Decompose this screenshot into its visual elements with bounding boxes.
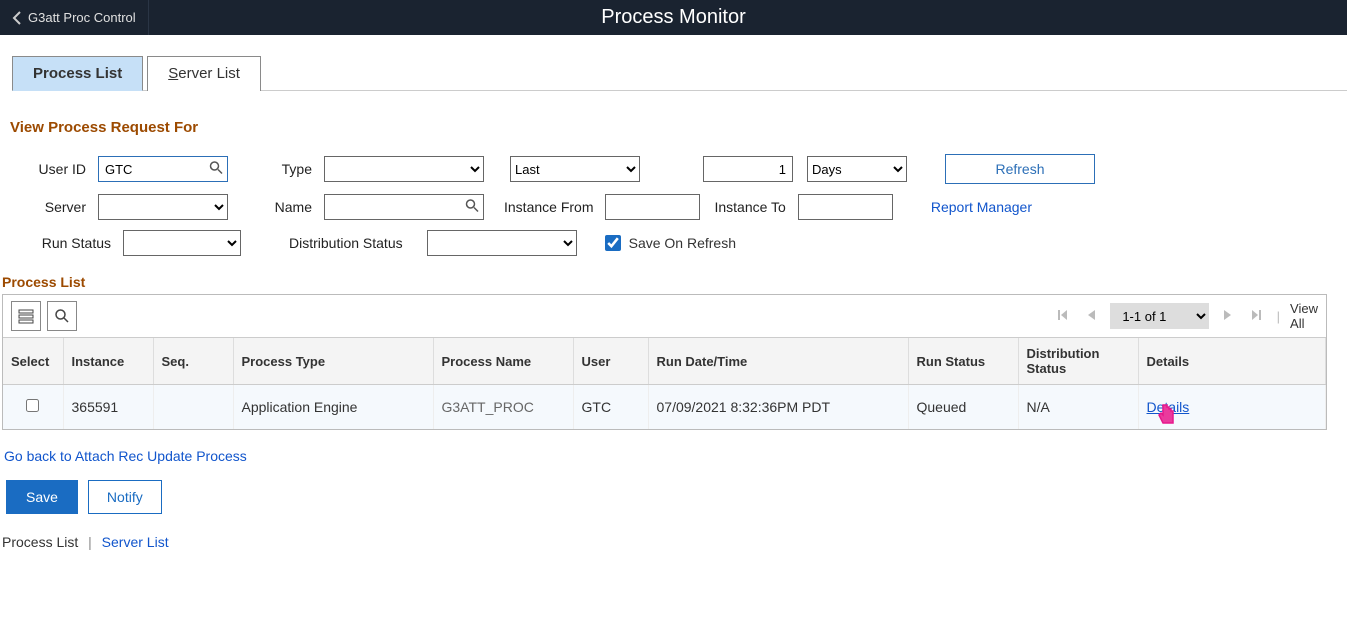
cell-process-type: Application Engine — [233, 385, 433, 430]
chevron-left-icon — [12, 11, 22, 25]
dist-status-label: Distribution Status — [289, 235, 407, 251]
last-unit-select[interactable]: Days — [807, 156, 907, 182]
grid-container: 1-1 of 1 | View All Select Instance Seq.… — [2, 294, 1327, 430]
details-link[interactable]: Details — [1147, 399, 1190, 415]
last-value-field[interactable] — [703, 156, 793, 182]
nav-last-icon[interactable] — [1247, 308, 1267, 324]
bottom-server-list-link[interactable]: Server List — [102, 534, 169, 550]
cell-process-name: G3ATT_PROC — [433, 385, 573, 430]
notify-button[interactable]: Notify — [88, 480, 162, 514]
app-header: G3att Proc Control Process Monitor — [0, 0, 1347, 35]
table-row: 365591 Application Engine G3ATT_PROC GTC… — [3, 385, 1326, 430]
back-button[interactable]: G3att Proc Control — [0, 0, 149, 35]
dist-status-select[interactable] — [427, 230, 577, 256]
row-select-checkbox[interactable] — [26, 399, 39, 412]
bottom-process-list: Process List — [2, 534, 78, 550]
save-on-refresh-checkbox[interactable] — [605, 235, 621, 251]
col-process-type[interactable]: Process Type — [233, 338, 433, 385]
col-instance[interactable]: Instance — [63, 338, 153, 385]
cell-instance: 365591 — [63, 385, 153, 430]
tab-process-list[interactable]: Process List — [12, 56, 143, 91]
table-header-row: Select Instance Seq. Process Type Proces… — [3, 338, 1326, 385]
name-label: Name — [266, 199, 316, 215]
name-lookup-icon[interactable] — [465, 199, 479, 216]
nav-first-icon[interactable] — [1052, 308, 1072, 324]
filter-section-title: View Process Request For — [10, 119, 1347, 136]
run-status-select[interactable] — [123, 230, 241, 256]
col-run-dt[interactable]: Run Date/Time — [648, 338, 908, 385]
filter-row-1: User ID Type Last Days Refresh — [10, 154, 1347, 184]
col-run-status[interactable]: Run Status — [908, 338, 1018, 385]
instance-from-field[interactable] — [605, 194, 700, 220]
grid-find-button[interactable] — [47, 301, 77, 331]
nav-next-icon[interactable] — [1219, 308, 1237, 324]
col-seq[interactable]: Seq. — [153, 338, 233, 385]
report-manager-link[interactable]: Report Manager — [931, 199, 1032, 215]
col-select[interactable]: Select — [3, 338, 63, 385]
main-tabs: Process List Server List — [12, 55, 1347, 91]
server-select[interactable] — [98, 194, 228, 220]
filter-row-2: Server Name Instance From Instance To Re… — [10, 194, 1347, 220]
type-label: Type — [266, 161, 316, 177]
cell-user: GTC — [573, 385, 648, 430]
grid-action-button[interactable] — [11, 301, 41, 331]
filter-row-3: Run Status Distribution Status Save On R… — [10, 230, 1347, 256]
tab-server-list[interactable]: Server List — [147, 56, 261, 91]
grid-toolbar: 1-1 of 1 | View All — [3, 295, 1326, 338]
cell-dist-status: N/A — [1018, 385, 1138, 430]
view-all-link[interactable]: View All — [1290, 301, 1318, 331]
name-field[interactable] — [324, 194, 484, 220]
grid-section-title: Process List — [2, 274, 1347, 290]
refresh-button[interactable]: Refresh — [945, 154, 1095, 184]
cell-run-dt: 07/09/2021 8:32:36PM PDT — [648, 385, 908, 430]
run-status-label: Run Status — [10, 235, 115, 251]
col-details[interactable]: Details — [1138, 338, 1326, 385]
process-table: Select Instance Seq. Process Type Proces… — [3, 338, 1326, 429]
instance-to-field[interactable] — [798, 194, 893, 220]
save-on-refresh-label: Save On Refresh — [629, 235, 736, 251]
type-select[interactable] — [324, 156, 484, 182]
search-icon — [54, 308, 70, 324]
grid-icon — [18, 308, 34, 324]
instance-to-label: Instance To — [714, 199, 789, 215]
col-process-name[interactable]: Process Name — [433, 338, 573, 385]
row-range-select[interactable]: 1-1 of 1 — [1110, 303, 1208, 329]
back-label: G3att Proc Control — [28, 10, 136, 25]
save-button[interactable]: Save — [6, 480, 78, 514]
nav-prev-icon[interactable] — [1082, 308, 1100, 324]
cell-seq — [153, 385, 233, 430]
last-select[interactable]: Last — [510, 156, 640, 182]
server-label: Server — [10, 199, 90, 215]
bottom-tab-links: Process List | Server List — [2, 534, 1347, 550]
user-id-lookup-icon[interactable] — [209, 161, 223, 178]
instance-from-label: Instance From — [504, 199, 597, 215]
page-title: Process Monitor — [0, 0, 1347, 35]
col-dist-status[interactable]: Distribution Status — [1018, 338, 1138, 385]
cell-run-status: Queued — [908, 385, 1018, 430]
go-back-link[interactable]: Go back to Attach Rec Update Process — [4, 448, 247, 464]
user-id-label: User ID — [10, 161, 90, 177]
col-user[interactable]: User — [573, 338, 648, 385]
